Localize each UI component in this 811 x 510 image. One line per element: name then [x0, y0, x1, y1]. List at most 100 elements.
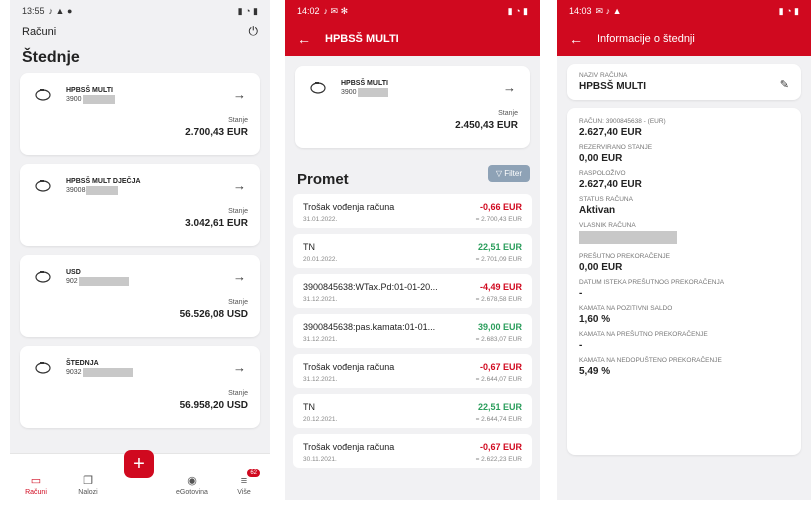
- transaction-date: 31.12.2021.: [303, 296, 338, 303]
- back-arrow-icon[interactable]: ←: [297, 32, 311, 46]
- nav-item-nalozi[interactable]: ❐ Nalozi: [68, 474, 108, 496]
- status-bar: 14:02 ♪ ✉ ✻ ▮ ◔ ▮: [285, 0, 540, 22]
- filter-button[interactable]: ▽ Filter: [487, 165, 530, 182]
- arrow-right-icon: →: [233, 87, 246, 102]
- masked-number: [82, 95, 115, 104]
- transaction-row[interactable]: TN 20.01.2022. 22,51 EUR = 2.701,09 EUR: [293, 234, 532, 268]
- masked-number: [78, 277, 129, 286]
- transaction-description: 3900845638:pas.kamata:01-01...: [303, 322, 436, 332]
- nav-item-vise[interactable]: ≡ Više 62: [224, 469, 264, 496]
- account-card[interactable]: HPBSŠ MULTI 3900 → Stanje 2.450,43 EUR: [295, 66, 530, 148]
- accounts-screen: 13:55 ♪ ▲ ● ▮ ◔ ▮ Računi ⏻ Štednje HPBSŠ …: [10, 0, 270, 500]
- account-number: 39008: [66, 186, 119, 195]
- add-button[interactable]: +: [124, 450, 154, 478]
- status-time: 13:55: [22, 6, 45, 16]
- transaction-amount: -4,49 EUR: [479, 282, 522, 292]
- signal-battery-icon: ▮ ◔ ▮: [237, 5, 258, 16]
- status-time: 14:03: [569, 6, 592, 16]
- account-card[interactable]: USD 902 → Stanje 56.526,08 USD: [20, 255, 260, 337]
- document-icon: ❐: [83, 475, 93, 487]
- transaction-row[interactable]: 3900845638:WTax.Pd:01-01-20... 31.12.202…: [293, 274, 532, 308]
- status-bar: 14:03 ✉ ♪ ▲ ▮ ◔ ▮: [557, 0, 811, 22]
- running-balance: = 2.622,23 EUR: [475, 456, 522, 463]
- pencil-icon[interactable]: ✎: [780, 78, 789, 91]
- arrow-right-icon: →: [503, 80, 516, 95]
- info-label: DATUM ISTEKA PREŠUTNOG PREKORAČENJA: [579, 279, 725, 286]
- transaction-description: TN: [303, 242, 315, 252]
- transaction-row[interactable]: 3900845638:pas.kamata:01-01... 31.12.202…: [293, 314, 532, 348]
- info-label: VLASNIK RAČUNA: [579, 222, 636, 229]
- masked-owner: [579, 231, 789, 247]
- info-label: PREŠUTNO PREKORAČENJE: [579, 253, 671, 260]
- power-icon[interactable]: ⏻: [249, 24, 259, 39]
- balance-value: 2.700,43 EUR: [185, 127, 248, 138]
- account-number-prefix: 39008: [66, 187, 86, 194]
- info-label: KAMATA NA PREŠUTNO PREKORAČENJE: [579, 331, 708, 338]
- info-value: -: [579, 288, 583, 299]
- transaction-row[interactable]: Trošak vođenja računa 30.11.2021. -0,67 …: [293, 434, 532, 468]
- nav-label: Nalozi: [78, 489, 98, 496]
- transaction-row[interactable]: TN 20.12.2021. 22,51 EUR = 2.644,74 EUR: [293, 394, 532, 428]
- transaction-description: 3900845638:WTax.Pd:01-01-20...: [303, 282, 438, 292]
- back-arrow-icon[interactable]: ←: [569, 32, 583, 46]
- signal-battery-icon: ▮ ◔ ▮: [778, 5, 799, 16]
- account-name: HPBSŠ MULTI: [66, 87, 113, 94]
- transaction-amount: -0,67 EUR: [479, 442, 522, 452]
- page-title: Računi: [22, 25, 57, 38]
- arrow-right-icon: →: [233, 178, 246, 193]
- account-number-prefix: 9032: [66, 369, 82, 376]
- running-balance: = 2.644,74 EUR: [475, 416, 522, 423]
- account-card[interactable]: HPBSŠ MULTI 3900 → Stanje 2.700,43 EUR: [20, 73, 260, 155]
- masked-number: [357, 88, 388, 97]
- running-balance: = 2.683,07 EUR: [475, 336, 522, 343]
- account-card[interactable]: HPBSŠ MULT DJEČJA 39008 → Stanje 3.042,6…: [20, 164, 260, 246]
- transaction-date: 31.01.2022.: [303, 216, 338, 223]
- page-title: HPBSŠ MULTI: [325, 33, 399, 45]
- masked-number: [82, 368, 133, 377]
- info-field: REZERVIRANO STANJE 0,00 EUR: [567, 144, 801, 164]
- account-number-prefix: 3900: [341, 89, 357, 96]
- info-value: Aktivan: [579, 205, 616, 216]
- transaction-amount: -0,67 EUR: [479, 362, 522, 372]
- balance-label: Stanje: [228, 299, 248, 306]
- savings-info-screen: 14:03 ✉ ♪ ▲ ▮ ◔ ▮ ← Informacije o štednji…: [557, 0, 811, 500]
- running-balance: = 2.701,09 EUR: [475, 256, 522, 263]
- notification-badge: 62: [247, 469, 260, 477]
- account-number: 3900: [66, 95, 115, 104]
- balance-value: 56.958,20 USD: [179, 400, 248, 411]
- signal-battery-icon: ▮ ◔ ▮: [507, 5, 528, 16]
- info-field: VLASNIK RAČUNA: [567, 222, 801, 247]
- nav-item-egotovina[interactable]: ◉ eGotovina: [172, 474, 212, 496]
- account-name-card: NAZIV RAČUNA HPBSŠ MULTI ✎: [567, 64, 801, 100]
- account-number: 9032: [66, 368, 133, 377]
- info-label: REZERVIRANO STANJE: [579, 144, 653, 151]
- info-field: STATUS RAČUNA Aktivan: [567, 196, 801, 216]
- info-field: KAMATA NA POZITIVNI SALDO 1,60 %: [567, 305, 801, 325]
- info-value: 2.627,40 EUR: [579, 127, 642, 138]
- balance-label: Stanje: [498, 110, 518, 117]
- info-label: RAČUN: 3900845638 - (EUR): [579, 118, 666, 125]
- status-bar: 13:55 ♪ ▲ ● ▮ ◔ ▮: [10, 0, 270, 22]
- account-number-prefix: 3900: [66, 96, 82, 103]
- account-card[interactable]: ŠTEDNJA 9032 → Stanje 56.958,20 USD: [20, 346, 260, 428]
- account-detail-screen: 14:02 ♪ ✉ ✻ ▮ ◔ ▮ ← HPBSŠ MULTI HPBSŠ MUL…: [285, 0, 540, 500]
- arrow-right-icon: →: [233, 269, 246, 284]
- balance-label: Stanje: [228, 117, 248, 124]
- info-field: KAMATA NA PREŠUTNO PREKORAČENJE -: [567, 331, 801, 351]
- balance-value: 2.450,43 EUR: [455, 120, 518, 131]
- transaction-amount: -0,66 EUR: [479, 202, 522, 212]
- transaction-row[interactable]: Trošak vođenja računa 31.12.2021. -0,67 …: [293, 354, 532, 388]
- transaction-amount: 22,51 EUR: [477, 242, 522, 252]
- info-value: -: [579, 340, 583, 351]
- piggy-bank-icon: [35, 180, 51, 192]
- nav-item-racuni[interactable]: ▭ Računi: [16, 474, 56, 496]
- notification-icons: ✉ ♪ ▲: [595, 5, 622, 16]
- transaction-row[interactable]: Trošak vođenja računa 31.01.2022. -0,66 …: [293, 194, 532, 228]
- info-field: RAČUN: 3900845638 - (EUR) 2.627,40 EUR: [567, 118, 801, 138]
- info-field: KAMATA NA NEDOPUŠTENO PREKORAČENJE 5,49 %: [567, 357, 801, 377]
- notification-icons: ♪ ▲ ●: [48, 6, 73, 16]
- info-card: RAČUN: 3900845638 - (EUR) 2.627,40 EUR REZ…: [567, 108, 801, 455]
- piggy-bank-icon: [35, 271, 51, 283]
- account-number: 3900: [341, 88, 388, 97]
- account-number: 902: [66, 277, 129, 286]
